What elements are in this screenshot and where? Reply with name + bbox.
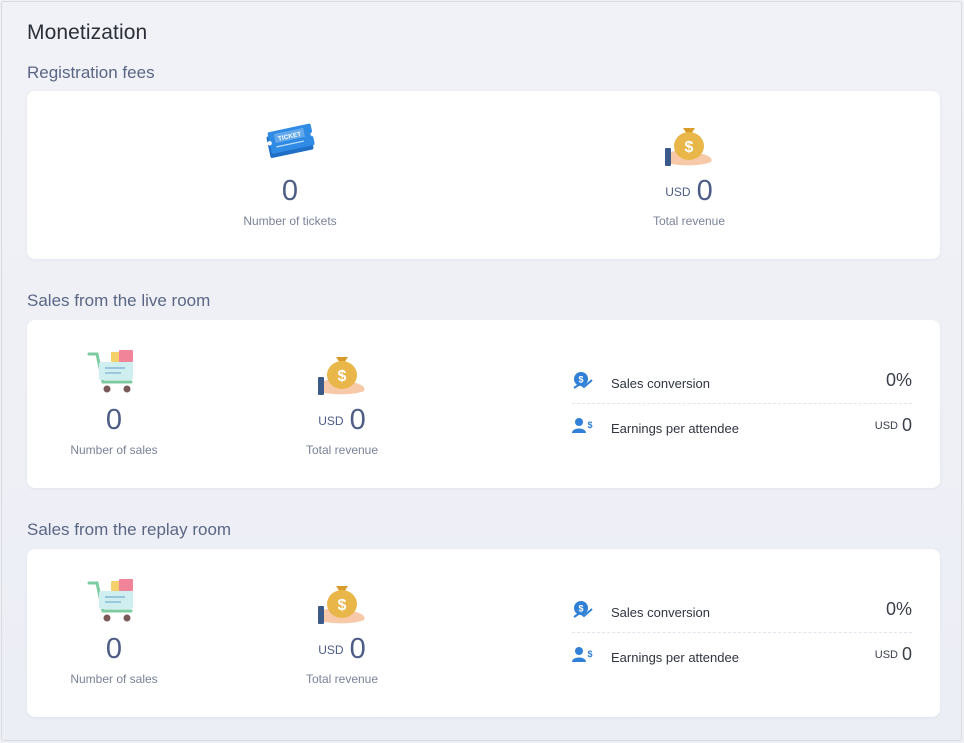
replay-sales-label: Number of sales [70, 672, 158, 686]
live-earnings-row: $ Earnings per attendee USD 0 [572, 411, 912, 443]
registration-revenue-currency: USD [665, 184, 691, 199]
registration-revenue-label: Total revenue [652, 214, 726, 228]
live-sales-value: 0 [105, 404, 123, 436]
live-revenue-currency: USD [318, 413, 344, 428]
replay-earnings-row: $ Earnings per attendee USD 0 [572, 640, 912, 672]
replay-revenue-value: 0 [349, 633, 366, 665]
replay-revenue-label: Total revenue [305, 672, 379, 686]
metrics-divider [572, 403, 912, 404]
live-metrics: $ Sales conversion 0% $ Earnings per att… [572, 320, 912, 488]
live-sales-conversion-value: 0% [885, 370, 912, 390]
sales-conversion-icon: $ [573, 601, 593, 618]
live-sales-conversion-label: Sales conversion [611, 376, 710, 391]
earnings-attendee-icon: $ [572, 418, 593, 433]
replay-section-title: Sales from the replay room [27, 520, 232, 539]
tickets-stat: TICKET 0 Number of tickets [215, 91, 365, 259]
svg-text:$: $ [338, 597, 347, 614]
live-earnings-value-wrap: USD 0 [875, 415, 912, 436]
live-earnings-currency: USD [874, 420, 898, 432]
live-card: 0 Number of sales $ USD 0 Total revenue $ [27, 320, 940, 488]
ticket-icon: TICKET [266, 123, 315, 158]
replay-sales-stat: 0 Number of sales [39, 549, 189, 717]
money-bag-icon: $ [318, 586, 365, 624]
replay-card: 0 Number of sales $ USD 0 Total revenue $ [27, 549, 940, 717]
replay-earnings-value-wrap: USD 0 [875, 644, 912, 665]
live-revenue-value: 0 [349, 404, 366, 436]
live-section-title: Sales from the live room [27, 291, 211, 310]
replay-revenue-currency: USD [318, 642, 344, 657]
svg-text:$: $ [338, 368, 347, 385]
live-revenue-stat: $ USD 0 Total revenue [267, 320, 417, 488]
svg-text:$: $ [578, 604, 583, 614]
page-title: Monetization [27, 21, 148, 44]
svg-text:$: $ [587, 420, 592, 430]
replay-sales-conversion-label: Sales conversion [611, 605, 710, 620]
replay-earnings-currency: USD [874, 649, 898, 661]
replay-sales-value: 0 [105, 633, 123, 665]
live-earnings-value: 0 [901, 415, 912, 435]
metrics-divider [572, 632, 912, 633]
registration-revenue-value: 0 [696, 175, 713, 207]
svg-text:$: $ [587, 649, 592, 659]
live-sales-label: Number of sales [70, 443, 158, 457]
tickets-label: Number of tickets [243, 214, 337, 228]
replay-revenue-stat: $ USD 0 Total revenue [267, 549, 417, 717]
registration-revenue-stat: $ USD 0 Total revenue [614, 91, 764, 259]
shopping-cart-icon [87, 350, 133, 393]
replay-earnings-value: 0 [901, 644, 912, 664]
tickets-value: 0 [281, 175, 299, 207]
live-sales-stat: 0 Number of sales [39, 320, 189, 488]
registration-section-title: Registration fees [27, 63, 155, 82]
money-bag-icon: $ [318, 357, 365, 395]
svg-text:$: $ [578, 375, 583, 385]
replay-earnings-label: Earnings per attendee [611, 650, 739, 665]
live-revenue-label: Total revenue [305, 443, 379, 457]
money-bag-icon: $ [665, 128, 712, 166]
replay-sales-conversion-row: $ Sales conversion 0% [572, 595, 912, 627]
sales-conversion-icon: $ [573, 372, 593, 389]
monetization-panel: Monetization Registration fees TICKET 0 … [1, 1, 962, 741]
svg-text:$: $ [685, 139, 694, 156]
registration-card: TICKET 0 Number of tickets $ USD 0 Total… [27, 91, 940, 259]
earnings-attendee-icon: $ [572, 647, 593, 662]
live-sales-conversion-row: $ Sales conversion 0% [572, 366, 912, 398]
replay-metrics: $ Sales conversion 0% $ Earnings per att… [572, 549, 912, 717]
shopping-cart-icon [87, 579, 133, 622]
replay-sales-conversion-value: 0% [885, 599, 912, 619]
live-earnings-label: Earnings per attendee [611, 421, 739, 436]
